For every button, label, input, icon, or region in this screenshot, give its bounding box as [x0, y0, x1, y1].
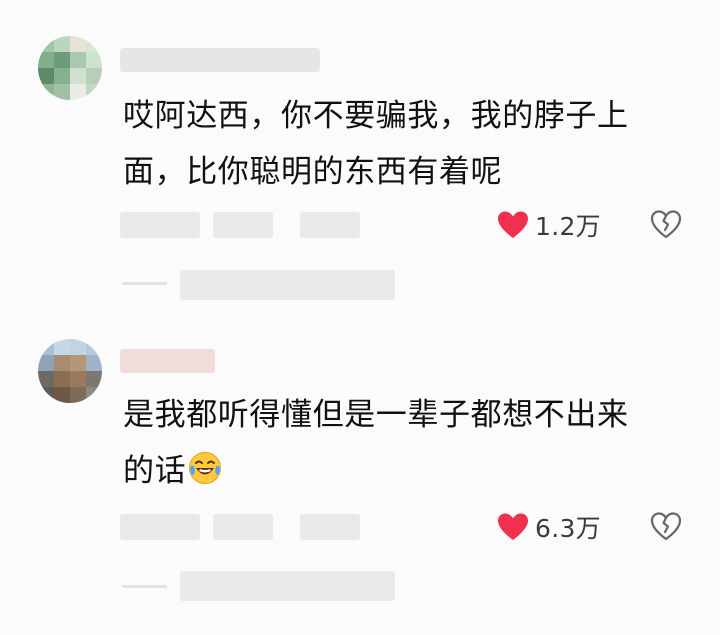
comment-item: 是我都听得懂但是一辈子都想不出来 的话 6.3万: [0, 303, 720, 603]
comment-item: 哎阿达西，你不要骗我，我的脖子上 面，比你聪明的东西有着呢 1.2万: [0, 0, 720, 300]
expand-replies-button[interactable]: [180, 270, 395, 300]
heart-filled-icon[interactable]: [497, 512, 529, 542]
expand-replies-button[interactable]: [180, 571, 395, 601]
heart-filled-icon[interactable]: [497, 210, 529, 240]
avatar[interactable]: [38, 36, 102, 100]
like-button[interactable]: 6.3万: [497, 509, 601, 545]
reply-button[interactable]: [300, 212, 360, 238]
broken-heart-icon[interactable]: [650, 511, 682, 543]
comment-text-line: 是我都听得懂但是一辈子都想不出来: [123, 397, 629, 433]
reply-button[interactable]: [300, 514, 360, 540]
laughing-crying-emoji: [189, 452, 222, 484]
like-button[interactable]: 1.2万: [497, 207, 601, 243]
comment-text-line: 的话: [123, 443, 683, 499]
comment-text-line: 面，比你聪明的东西有着呢: [123, 154, 503, 190]
reply-divider: [122, 585, 167, 588]
meta-redacted: [120, 212, 200, 238]
username-redacted[interactable]: [120, 349, 215, 373]
username-redacted[interactable]: [120, 48, 320, 72]
comment-text-line: 哎阿达西，你不要骗我，我的脖子上: [123, 98, 629, 134]
comment-text: 哎阿达西，你不要骗我，我的脖子上 面，比你聪明的东西有着呢: [123, 88, 683, 200]
like-count: 6.3万: [535, 514, 601, 543]
broken-heart-icon[interactable]: [650, 209, 682, 241]
like-count: 1.2万: [535, 212, 601, 241]
meta-redacted: [120, 514, 200, 540]
reply-divider: [122, 282, 167, 285]
avatar[interactable]: [38, 339, 102, 403]
meta-redacted: [213, 212, 273, 238]
comment-text: 是我都听得懂但是一辈子都想不出来 的话: [123, 387, 683, 499]
comment-text-line-2: 的话: [123, 453, 187, 489]
meta-redacted: [213, 514, 273, 540]
